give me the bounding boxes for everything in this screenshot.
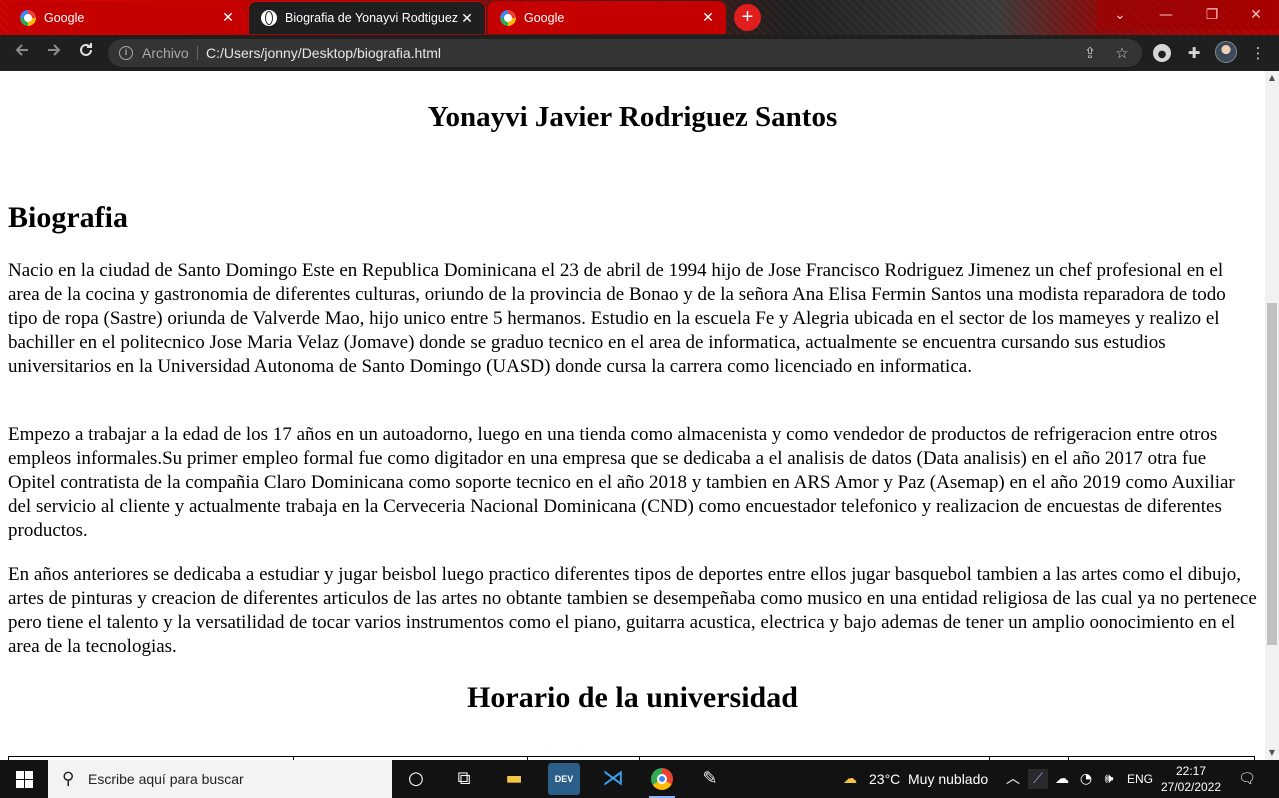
info-icon[interactable]: i (119, 46, 133, 60)
start-button[interactable] (0, 760, 48, 798)
google-icon (500, 9, 516, 26)
section-heading: Biografia (8, 201, 128, 234)
vscode-icon[interactable]: ⋊ (597, 763, 629, 795)
puzzle-icon[interactable]: ✚ (1183, 42, 1205, 64)
reload-button[interactable] (74, 41, 98, 65)
scroll-thumb[interactable] (1267, 303, 1277, 645)
close-icon[interactable]: ✕ (459, 10, 475, 27)
tab-google-1[interactable]: Google ✕ (8, 1, 246, 34)
address-separator (197, 46, 198, 60)
chrome-icon[interactable] (646, 763, 678, 798)
tab-title: Biografia de Yonayvi Rodtiguez (285, 11, 459, 25)
arrow-right-icon (48, 44, 61, 56)
new-tab-button[interactable]: + (734, 4, 761, 31)
browser-toolbar: i Archivo C:/Users/jonny/Desktop/biograf… (0, 35, 1279, 71)
search-placeholder: Escribe aquí para buscar (88, 771, 244, 787)
close-icon[interactable]: ✕ (220, 9, 236, 26)
cortana-icon[interactable]: ○ (400, 763, 432, 795)
clock[interactable]: 22:17 27/02/2022 (1152, 763, 1230, 795)
weather-desc[interactable]: Muy nublado (908, 760, 988, 798)
clock-date: 27/02/2022 (1160, 780, 1222, 794)
clock-time: 22:17 (1175, 764, 1207, 778)
reload-icon (80, 43, 92, 56)
forward-button[interactable] (42, 41, 66, 65)
avatar[interactable] (1215, 41, 1237, 63)
weather-temp[interactable]: 23°C (869, 760, 900, 798)
taskbar-search[interactable]: ⚲ Escribe aquí para buscar (48, 760, 392, 798)
paragraph-2: Empezo a trabajar a la edad de los 17 añ… (8, 424, 1235, 541)
wifi-icon[interactable]: ◔ (1076, 769, 1096, 789)
scroll-up-arrow-icon[interactable]: ▲ (1265, 71, 1279, 85)
page-viewport: Yonayvi Javier Rodriguez Santos Biografi… (0, 71, 1265, 760)
pen-icon[interactable]: ⟋ (1028, 769, 1048, 789)
windows-taskbar: ⚲ Escribe aquí para buscar ○ ⧉ ▬ DEV ⋊ ✎… (0, 760, 1279, 798)
extension-icon[interactable]: ● (1153, 44, 1171, 62)
globe-icon (261, 10, 277, 26)
file-explorer-icon[interactable]: ▬ (498, 763, 530, 795)
schedule-heading: Horario de la universidad (467, 681, 798, 714)
star-icon[interactable]: ☆ (1112, 43, 1132, 63)
chevron-up-icon[interactable]: ︿ (1003, 769, 1023, 789)
page-title: Yonayvi Javier Rodriguez Santos (427, 101, 838, 133)
google-icon (20, 9, 36, 26)
notepad-icon[interactable]: ✎ (694, 763, 726, 795)
onedrive-icon[interactable]: ☁ (1052, 769, 1072, 789)
tab-title: Google (44, 10, 85, 25)
arrow-left-icon (15, 44, 28, 56)
notifications-icon[interactable]: 🗨 (1237, 769, 1257, 789)
tab-biografia[interactable]: Biografia de Yonayvi Rodtiguez ✕ (248, 1, 486, 34)
paragraph-3: En años anteriores se dedicaba a estudia… (8, 564, 1257, 657)
weather-cloud-icon[interactable]: ☁ (840, 769, 860, 789)
back-button[interactable] (10, 41, 34, 65)
tab-search-button[interactable]: ⌄ (1097, 0, 1143, 30)
tab-google-2[interactable]: Google ✕ (488, 1, 726, 34)
restore-button[interactable]: ❐ (1189, 0, 1235, 30)
volume-icon[interactable]: 🕪 (1099, 769, 1119, 789)
vertical-scrollbar[interactable]: ▲ ▼ (1265, 71, 1279, 760)
url-text[interactable]: C:/Users/jonny/Desktop/biografia.html (206, 39, 441, 67)
dev-cpp-icon[interactable]: DEV (548, 763, 580, 795)
scheme-label: Archivo (142, 45, 189, 61)
close-icon[interactable]: ✕ (700, 9, 716, 26)
tab-strip: Google ✕ Biografia de Yonayvi Rodtiguez … (0, 0, 1279, 35)
menu-icon[interactable]: ⋮ (1247, 42, 1269, 64)
tab-title: Google (524, 10, 565, 25)
scroll-down-arrow-icon[interactable]: ▼ (1265, 746, 1279, 760)
address-bar[interactable]: i Archivo C:/Users/jonny/Desktop/biograf… (108, 39, 1142, 67)
task-view-icon[interactable]: ⧉ (448, 763, 480, 795)
minimize-button[interactable]: — (1143, 0, 1189, 30)
language-indicator[interactable]: ENG (1127, 760, 1153, 798)
share-icon[interactable]: ⇪ (1080, 43, 1100, 63)
close-window-button[interactable]: ✕ (1233, 0, 1279, 30)
paragraph-1: Nacio en la ciudad de Santo Domingo Este… (8, 260, 1226, 377)
search-icon: ⚲ (62, 769, 75, 789)
